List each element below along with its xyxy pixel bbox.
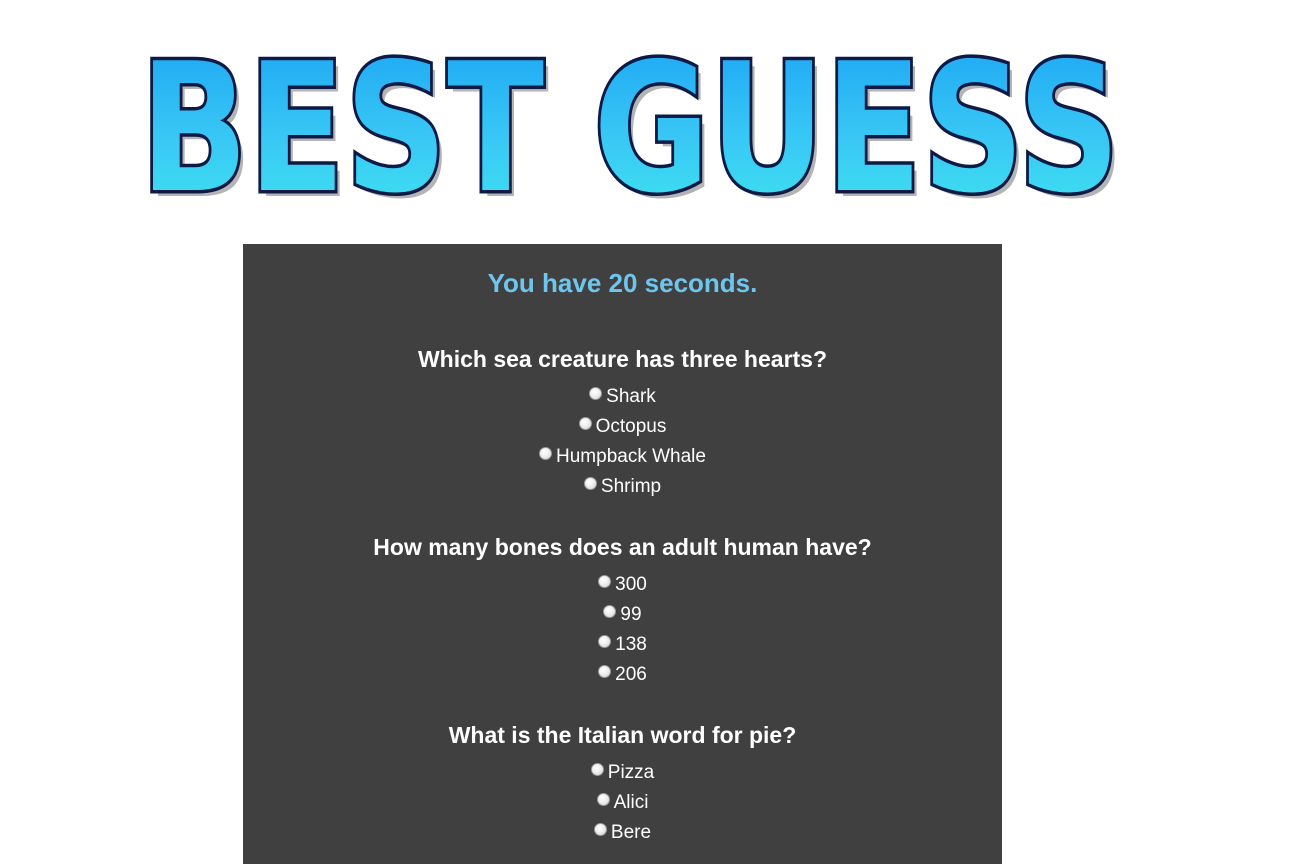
quiz-panel: You have 20 seconds. Which sea creature … (243, 244, 1002, 864)
question-text: How many bones does an adult human have? (373, 534, 872, 560)
answer-option[interactable]: 99 (243, 600, 1002, 630)
answer-option[interactable]: 206 (243, 660, 1002, 690)
question-block: What is the Italian word for pie? Pizza … (243, 720, 1002, 848)
quiz-form: Which sea creature has three hearts? Sha… (243, 344, 1002, 848)
answer-option[interactable]: Pizza (243, 758, 1002, 788)
logo-text-outline: BEST GUESS (140, 25, 1120, 222)
answer-label: Octopus (595, 416, 667, 437)
answer-label: Shark (606, 386, 656, 407)
question-text: Which sea creature has three hearts? (417, 346, 828, 372)
radio-button[interactable] (539, 447, 553, 460)
answer-option[interactable]: 300 (243, 570, 1002, 600)
radio-button[interactable] (590, 763, 604, 776)
radio-button[interactable] (603, 605, 617, 618)
radio-button[interactable] (598, 665, 612, 678)
radio-button[interactable] (598, 575, 612, 588)
answer-label: Pizza (607, 762, 655, 783)
question-block: How many bones does an adult human have?… (243, 532, 1002, 690)
answer-option[interactable]: Bere (243, 818, 1002, 848)
answer-label: Shrimp (600, 476, 662, 497)
radio-button[interactable] (578, 417, 592, 430)
answer-option[interactable]: Octopus (243, 412, 1002, 442)
answer-label: Bere (610, 822, 652, 843)
best-guess-logo: BEST GUESS BEST GUESS (120, 22, 1140, 222)
question-block: Which sea creature has three hearts? Sha… (243, 344, 1002, 502)
answer-label: Humpback Whale (556, 446, 706, 467)
answer-label: 300 (615, 574, 647, 595)
radio-button[interactable] (593, 823, 607, 836)
radio-button[interactable] (583, 477, 597, 490)
answer-option[interactable]: Shrimp (243, 472, 1002, 502)
radio-button[interactable] (598, 635, 612, 648)
answer-option[interactable]: Humpback Whale (243, 442, 1002, 472)
timer-text: You have 20 seconds. (487, 268, 758, 298)
answer-option[interactable]: 138 (243, 630, 1002, 660)
radio-button[interactable] (596, 793, 610, 806)
answer-option[interactable]: Alici (243, 788, 1002, 818)
question-text: What is the Italian word for pie? (448, 722, 797, 748)
answer-label: 99 (620, 604, 642, 625)
answer-label: Alici (613, 792, 649, 813)
answer-label: 138 (615, 634, 647, 655)
answer-label: 206 (615, 664, 647, 685)
radio-button[interactable] (589, 387, 603, 400)
answer-option[interactable]: Shark (243, 382, 1002, 412)
